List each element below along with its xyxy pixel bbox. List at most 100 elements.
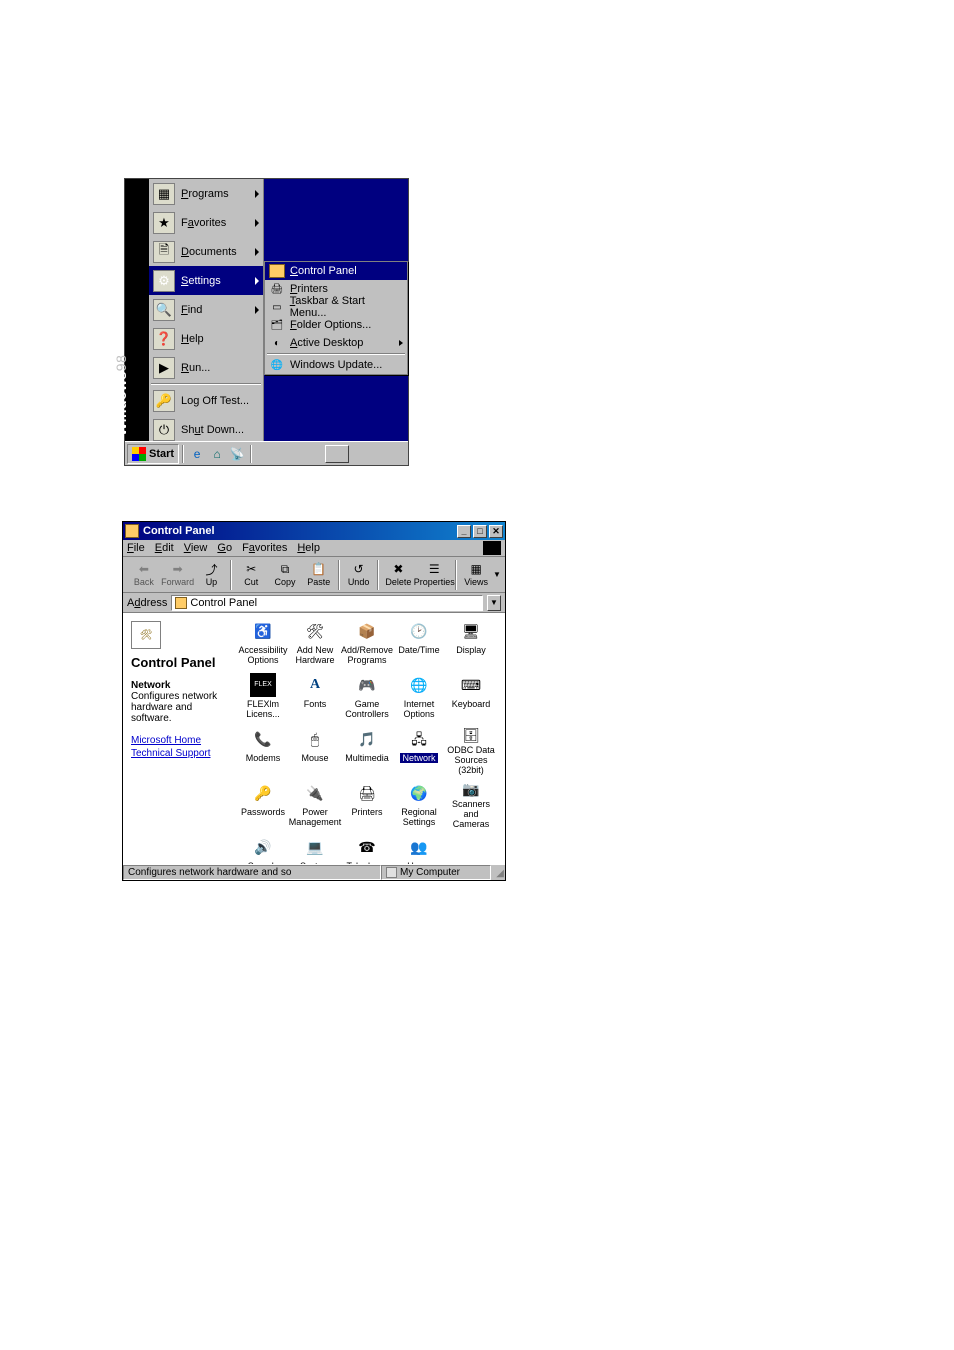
cp-item-icon: 🖧 — [406, 727, 432, 751]
quicklaunch-desktop-icon[interactable]: ⌂ — [208, 445, 226, 463]
minimize-button[interactable]: _ — [457, 525, 471, 538]
copy-button[interactable]: ⧉Copy — [268, 558, 302, 592]
views-button[interactable]: ▦Views — [459, 558, 493, 592]
cp-item-internet-options[interactable]: 🌐Internet Options — [395, 673, 443, 721]
cut-button[interactable]: ✂Cut — [234, 558, 268, 592]
toolbar-overflow-icon[interactable]: ▼ — [493, 570, 501, 579]
start-item-help[interactable]: ❓ Help — [149, 324, 263, 353]
start-button[interactable]: Start — [127, 444, 179, 464]
cp-item-icon: ☎ — [354, 835, 380, 859]
delete-button[interactable]: ✖Delete — [381, 558, 415, 592]
cp-item-label: Display — [456, 645, 486, 655]
cp-item-icon: 🕑 — [406, 619, 432, 643]
link-microsoft-home[interactable]: Microsoft Home — [131, 734, 229, 747]
cp-item-game-controllers[interactable]: 🎮Game Controllers — [343, 673, 391, 721]
submenu-label: Windows Update... — [290, 359, 382, 371]
cp-item-icon: 🖥 — [458, 619, 484, 643]
properties-button[interactable]: ☰Properties — [415, 558, 453, 592]
submenu-arrow-icon — [255, 306, 259, 314]
cp-item-scanners-and-cameras[interactable]: 📷Scanners and Cameras — [447, 781, 495, 829]
quicklaunch-ie-icon[interactable]: e — [188, 445, 206, 463]
cp-item-date-time[interactable]: 🕑Date/Time — [395, 619, 443, 667]
cp-item-passwords[interactable]: 🔑Passwords — [239, 781, 287, 829]
menu-favorites[interactable]: Favorites — [242, 542, 287, 554]
start-item-label: Run... — [181, 362, 259, 374]
cp-item-flexlm-licens[interactable]: FLEXFLEXlm Licens... — [239, 673, 287, 721]
start-item-programs[interactable]: ▦ Programs — [149, 179, 263, 208]
toolbar-label: Copy — [275, 577, 296, 587]
cp-item-icon: FLEX — [250, 673, 276, 697]
taskbar-task-button[interactable] — [325, 445, 349, 463]
cp-item-add-new-hardware[interactable]: 🛠Add New Hardware — [291, 619, 339, 667]
cp-item-label: Network — [400, 753, 437, 763]
start-item-label: Find — [181, 304, 255, 316]
find-icon: 🔍 — [153, 299, 175, 321]
cp-item-display[interactable]: 🖥 Display — [447, 619, 495, 667]
up-button[interactable]: ⤴Up — [195, 558, 229, 592]
address-dropdown-button[interactable]: ▼ — [487, 595, 501, 611]
submenu-item-folder-options[interactable]: 🗂 Folder Options... — [265, 316, 407, 334]
cp-item-add-remove-programs[interactable]: 📦Add/Remove Programs — [343, 619, 391, 667]
cp-item-mouse[interactable]: 🖱Mouse — [291, 727, 339, 775]
cp-item-network[interactable]: 🖧 Network — [395, 727, 443, 775]
submenu-item-windows-update[interactable]: 🌐 Windows Update... — [265, 356, 407, 374]
documents-icon: 🗎 — [153, 241, 175, 263]
cp-item-modems[interactable]: 📞Modems — [239, 727, 287, 775]
control-panel-icon — [175, 597, 187, 609]
start-item-find[interactable]: 🔍 Find — [149, 295, 263, 324]
start-item-documents[interactable]: 🗎 Documents — [149, 237, 263, 266]
cp-item-icon: 👥 — [406, 835, 432, 859]
submenu-item-control-panel[interactable]: Control Panel — [265, 262, 407, 280]
delete-icon: ✖ — [390, 562, 406, 576]
menu-go[interactable]: Go — [217, 542, 232, 554]
cp-item-multimedia[interactable]: 🎵Multimedia — [343, 727, 391, 775]
submenu-label: Active Desktop — [290, 337, 363, 349]
status-bar: Configures network hardware and so My Co… — [123, 864, 505, 880]
address-input[interactable]: Control Panel — [171, 595, 483, 611]
start-item-logoff[interactable]: 🔑 Log Off Test... — [149, 386, 263, 415]
cp-item-printers[interactable]: 🖨Printers — [343, 781, 391, 829]
submenu-item-taskbar[interactable]: ▭ Taskbar & Start Menu... — [265, 298, 407, 316]
resize-grip-icon[interactable]: ◢ — [491, 865, 505, 880]
window-titlebar[interactable]: Control Panel _ □ ✕ — [123, 522, 505, 540]
cp-item-label: ODBC Data Sources (32bit) — [447, 745, 495, 775]
start-item-run[interactable]: ▶ Run... — [149, 353, 263, 382]
toolbar-label: Delete — [385, 577, 411, 587]
brand-version: 98 — [113, 355, 129, 372]
submenu-arrow-icon — [255, 219, 259, 227]
close-button[interactable]: ✕ — [489, 525, 503, 538]
start-item-settings[interactable]: ⚙ Settings — [149, 266, 263, 295]
taskbar-separator — [182, 445, 184, 463]
menu-file[interactable]: File — [127, 542, 145, 554]
cp-item-icon: 📷 — [458, 781, 484, 797]
start-item-favorites[interactable]: ★ Favorites — [149, 208, 263, 237]
start-button-label: Start — [149, 448, 174, 460]
cp-item-odbc-data-sources-32bit[interactable]: 🗄ODBC Data Sources (32bit) — [447, 727, 495, 775]
control-panel-window: Control Panel _ □ ✕ File Edit View Go Fa… — [122, 521, 506, 881]
cp-item-icon: 💻 — [302, 835, 328, 859]
cp-item-label: Keyboard — [452, 699, 491, 709]
cp-item-label: Regional Settings — [395, 807, 443, 827]
submenu-item-active-desktop[interactable]: ◐ Active Desktop — [265, 334, 407, 352]
undo-button[interactable]: ↺Undo — [342, 558, 376, 592]
start-menu-brand-stripe: Windows98 — [125, 179, 149, 442]
menu-view[interactable]: View — [184, 542, 208, 554]
menu-edit[interactable]: Edit — [155, 542, 174, 554]
quicklaunch-channels-icon[interactable]: 📡 — [228, 445, 246, 463]
properties-icon: ☰ — [426, 562, 442, 576]
cp-item-accessibility-options[interactable]: ♿Accessibility Options — [239, 619, 287, 667]
menu-help[interactable]: Help — [297, 542, 320, 554]
start-item-shutdown[interactable]: ⏻ Shut Down... — [149, 415, 263, 444]
paste-button[interactable]: 📋Paste — [302, 558, 336, 592]
link-technical-support[interactable]: Technical Support — [131, 747, 229, 760]
arrow-left-icon: ⬅ — [136, 562, 152, 576]
cp-item-regional-settings[interactable]: 🌍Regional Settings — [395, 781, 443, 829]
cp-item-icon: 🌍 — [406, 781, 432, 805]
cp-item-power-management[interactable]: 🔌Power Management — [291, 781, 339, 829]
cp-item-label: FLEXlm Licens... — [239, 699, 287, 719]
cp-item-fonts[interactable]: AFonts — [291, 673, 339, 721]
cp-item-label: Game Controllers — [343, 699, 391, 719]
logoff-icon: 🔑 — [153, 390, 175, 412]
cp-item-keyboard[interactable]: ⌨Keyboard — [447, 673, 495, 721]
maximize-button[interactable]: □ — [473, 525, 487, 538]
